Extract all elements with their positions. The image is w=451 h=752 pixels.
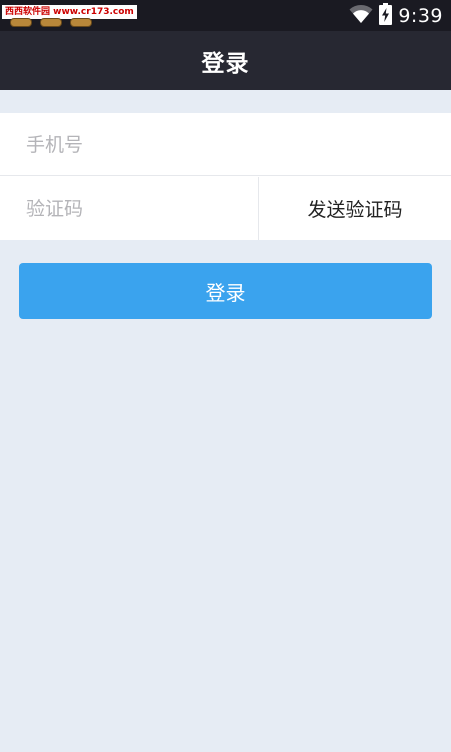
- send-code-button[interactable]: 发送验证码: [259, 177, 451, 240]
- verification-code-input[interactable]: [0, 177, 258, 240]
- notification-icon: [40, 18, 62, 27]
- battery-charging-icon: [379, 2, 393, 29]
- notification-icon: [10, 18, 32, 27]
- notification-icon: [70, 18, 92, 27]
- login-button[interactable]: 登录: [19, 263, 432, 319]
- status-indicators: 9:39: [349, 0, 443, 31]
- phone-input[interactable]: [0, 113, 451, 176]
- status-time: 9:39: [398, 4, 443, 27]
- page-title: 登录: [201, 50, 250, 77]
- phone-row: [0, 113, 451, 176]
- wifi-icon: [349, 4, 373, 28]
- code-row: 发送验证码: [0, 177, 451, 240]
- login-form: 发送验证码: [0, 113, 451, 240]
- status-bar: 西西软件园 www.cr173.com 9:39: [0, 0, 451, 31]
- watermark-text: 西西软件园 www.cr173.com: [2, 5, 137, 19]
- app-bar: 登录: [0, 31, 451, 90]
